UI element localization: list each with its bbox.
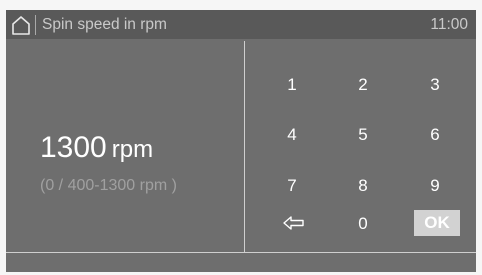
clock: 11:00 (430, 16, 468, 33)
spin-speed-number: 1300 (40, 131, 107, 164)
key-5[interactable]: 5 (338, 121, 388, 149)
home-icon[interactable] (10, 14, 32, 36)
key-2[interactable]: 2 (338, 71, 388, 99)
ok-button[interactable]: OK (414, 210, 460, 236)
spin-speed-range: (0 / 400-1300 rpm ) (40, 177, 177, 194)
key-1[interactable]: 1 (267, 71, 317, 99)
key-3[interactable]: 3 (410, 71, 460, 99)
footer-divider (6, 252, 476, 253)
key-6[interactable]: 6 (410, 121, 460, 149)
key-9[interactable]: 9 (410, 172, 460, 200)
panel-divider (244, 41, 245, 252)
key-8[interactable]: 8 (338, 172, 388, 200)
spin-speed-value: 1300 rpm (40, 130, 153, 168)
key-7[interactable]: 7 (267, 172, 317, 200)
backspace-arrow-icon[interactable] (282, 213, 306, 233)
spin-speed-screen: Spin speed in rpm 11:00 1300 rpm (0 / 400… (6, 10, 476, 272)
spin-speed-unit: rpm (111, 136, 154, 163)
key-0[interactable]: 0 (338, 210, 388, 238)
header-bar: Spin speed in rpm 11:00 (6, 10, 476, 39)
key-4[interactable]: 4 (267, 121, 317, 149)
header-separator (35, 15, 36, 35)
page-title: Spin speed in rpm (42, 16, 167, 33)
